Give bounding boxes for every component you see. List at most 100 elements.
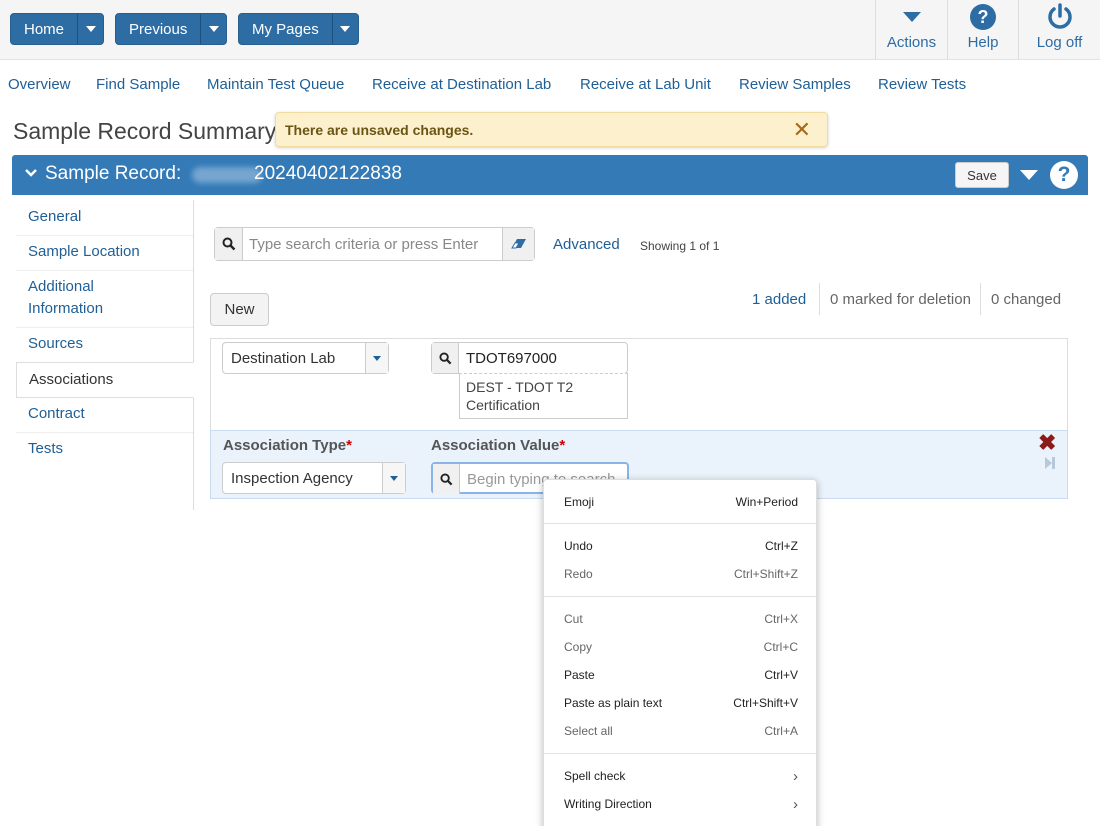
marked-for-deletion-count: 0 marked for deletion xyxy=(819,283,971,315)
chevron-down-icon xyxy=(85,26,96,32)
search-icon[interactable] xyxy=(432,343,459,373)
subnav-maintain-test-queue[interactable]: Maintain Test Queue xyxy=(207,76,344,93)
search-input[interactable]: Type search criteria or press Enter xyxy=(249,236,478,253)
association-value: TDOT697000 xyxy=(466,350,557,367)
sidebar-item-contract[interactable]: Contract xyxy=(16,403,193,433)
toast-message: There are unsaved changes. xyxy=(285,122,474,138)
association-description: DEST - TDOT T2 Certification xyxy=(459,373,628,419)
association-type-select[interactable]: Destination Lab xyxy=(222,342,389,374)
actions-label: Actions xyxy=(886,34,937,51)
changed-count: 0 changed xyxy=(980,283,1061,315)
subnav-review-tests[interactable]: Review Tests xyxy=(878,76,966,93)
section-sidebar: General Sample Location Additional Infor… xyxy=(16,200,194,510)
my-pages-menu-caret[interactable] xyxy=(331,14,358,44)
chevron-down-icon xyxy=(208,26,219,32)
previous-button[interactable]: Previous xyxy=(115,13,228,45)
svg-text:?: ? xyxy=(978,7,989,27)
collapse-chevron-icon[interactable] xyxy=(24,166,38,183)
sidebar-item-label: Contract xyxy=(28,405,85,422)
association-type-value: Destination Lab xyxy=(231,350,336,367)
chevron-down-icon[interactable] xyxy=(365,343,388,373)
log-off-label: Log off xyxy=(1036,34,1083,51)
sidebar-item-label-line2: Information xyxy=(28,300,104,317)
chevron-down-icon xyxy=(340,26,351,32)
my-pages-button-label: My Pages xyxy=(252,20,319,38)
my-pages-button[interactable]: My Pages xyxy=(238,13,359,45)
menu-item-paste[interactable]: Paste Ctrl+V xyxy=(544,664,818,686)
actions-button[interactable]: Actions xyxy=(875,0,947,60)
sidebar-item-sources[interactable]: Sources xyxy=(16,333,193,363)
sidebar-item-label: Additional xyxy=(28,278,94,295)
sidebar-item-label: Tests xyxy=(28,440,64,457)
sidebar-item-label: Sources xyxy=(28,335,84,352)
home-button-label: Home xyxy=(24,20,65,38)
required-marker: * xyxy=(559,437,566,454)
search-icon[interactable] xyxy=(215,228,243,260)
association-type-label: Association Type* xyxy=(223,437,352,454)
help-icon: ? xyxy=(969,2,997,32)
sidebar-item-general[interactable]: General xyxy=(16,206,193,236)
subnav-receive-destination-lab[interactable]: Receive at Destination Lab xyxy=(372,76,551,93)
previous-button-label: Previous xyxy=(129,20,188,38)
added-count-link[interactable]: 1 added xyxy=(752,283,806,315)
subnav-overview[interactable]: Overview xyxy=(8,76,71,93)
page-title: Sample Record Summary xyxy=(13,118,277,144)
menu-item-select-all[interactable]: Select all Ctrl+A xyxy=(544,720,818,742)
association-type-value: Inspection Agency xyxy=(231,470,353,487)
grid-search: Type search criteria or press Enter xyxy=(214,227,535,261)
search-icon[interactable] xyxy=(433,464,460,494)
sub-navigation: Overview Find Sample Maintain Test Queue… xyxy=(0,76,1100,98)
menu-item-copy[interactable]: Copy Ctrl+C xyxy=(544,636,818,658)
subnav-review-samples[interactable]: Review Samples xyxy=(739,76,851,93)
menu-item-paste-plain[interactable]: Paste as plain text Ctrl+Shift+V xyxy=(544,692,818,714)
menu-item-undo[interactable]: Undo Ctrl+Z xyxy=(544,535,818,557)
sidebar-item-additional-information[interactable]: Additional Information xyxy=(16,276,193,328)
menu-item-writing-direction[interactable]: Writing Direction › xyxy=(544,793,818,815)
sidebar-item-sample-location[interactable]: Sample Location xyxy=(16,241,193,271)
association-value-label: Association Value* xyxy=(431,437,566,454)
menu-item-spell-check[interactable]: Spell check › xyxy=(544,765,818,787)
previous-menu-caret[interactable] xyxy=(200,14,226,44)
description-line2: Certification xyxy=(466,397,540,413)
record-help-icon[interactable]: ? xyxy=(1050,161,1078,189)
showing-count: Showing 1 of 1 xyxy=(640,239,720,253)
unsaved-changes-toast: There are unsaved changes. ✕ xyxy=(275,112,828,147)
menu-item-cut[interactable]: Cut Ctrl+X xyxy=(544,608,818,630)
home-button[interactable]: Home xyxy=(10,13,105,45)
delete-row-icon[interactable]: ✖ xyxy=(1038,432,1056,454)
chevron-right-icon: › xyxy=(793,767,798,785)
log-off-button[interactable]: Log off xyxy=(1018,0,1100,60)
sidebar-item-tests[interactable]: Tests xyxy=(16,438,193,468)
menu-item-emoji[interactable]: Emoji Win+Period xyxy=(544,491,818,513)
top-toolbar: Home Previous My Pages Actions ? Help Lo… xyxy=(0,0,1100,60)
redacted-text xyxy=(192,167,262,183)
association-type-select[interactable]: Inspection Agency xyxy=(222,462,406,494)
skip-to-end-icon xyxy=(1044,456,1056,474)
menu-item-redo[interactable]: Redo Ctrl+Shift+Z xyxy=(544,563,818,585)
record-title: Sample Record: xyxy=(45,163,182,184)
required-marker: * xyxy=(346,437,352,454)
record-menu-dropdown-icon[interactable] xyxy=(1020,170,1038,180)
context-menu: Emoji Win+Period Undo Ctrl+Z Redo Ctrl+Shif… xyxy=(543,479,818,826)
eraser-icon[interactable] xyxy=(502,228,534,260)
close-icon[interactable]: ✕ xyxy=(793,119,811,141)
chevron-down-icon[interactable] xyxy=(382,463,405,493)
actions-dropdown-icon xyxy=(902,2,922,32)
sample-record-header: Sample Record: 20240402122838 Save ? xyxy=(12,155,1088,195)
sidebar-item-associations[interactable]: Associations xyxy=(16,362,194,398)
sidebar-item-label: Sample Location xyxy=(28,243,140,260)
help-button[interactable]: ? Help xyxy=(947,0,1018,60)
save-button[interactable]: Save xyxy=(955,162,1009,188)
description-line1: DEST - TDOT T2 xyxy=(466,379,574,395)
association-value-lookup[interactable]: TDOT697000 xyxy=(431,342,628,374)
subnav-find-sample[interactable]: Find Sample xyxy=(96,76,180,93)
subnav-receive-lab-unit[interactable]: Receive at Lab Unit xyxy=(580,76,711,93)
power-icon xyxy=(1046,2,1074,32)
new-button[interactable]: New xyxy=(210,293,269,326)
chevron-right-icon: › xyxy=(793,795,798,813)
help-label: Help xyxy=(967,34,999,51)
home-menu-caret[interactable] xyxy=(77,14,103,44)
advanced-search-link[interactable]: Advanced xyxy=(553,236,620,253)
sidebar-item-label: General xyxy=(28,208,82,225)
sidebar-item-label: Associations xyxy=(29,371,114,388)
